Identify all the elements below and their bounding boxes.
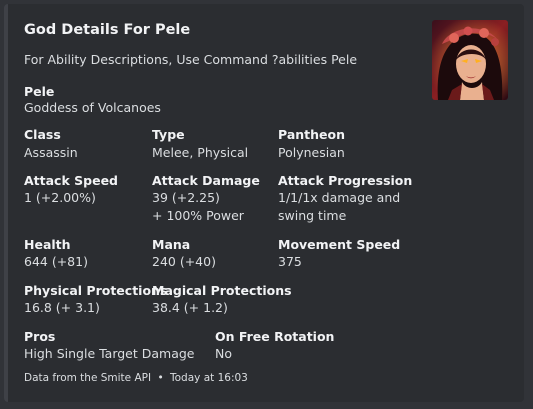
field-class-value: Assassin (24, 145, 78, 160)
field-physical-protections-value: 16.8 (+ 3.1) (24, 300, 100, 315)
field-free-rotation-name: On Free Rotation (215, 329, 335, 344)
footer-separator: • (157, 372, 164, 384)
field-type-value: Melee, Physical (152, 145, 249, 160)
field-attack-progression-value-line1: 1/1/1x damage and (278, 190, 401, 205)
field-pantheon-value: Polynesian (278, 145, 345, 160)
field-physical-protections-name: Physical Protections (24, 283, 168, 298)
field-free-rotation-value: No (215, 346, 232, 361)
field-pantheon-name: Pantheon (278, 127, 345, 142)
pele-portrait-image (432, 20, 508, 100)
field-movement-speed-name: Movement Speed (278, 237, 401, 252)
field-mana-name: Mana (152, 237, 191, 252)
embed-description: For Ability Descriptions, Use Command ?a… (24, 52, 358, 67)
god-thumbnail[interactable] (432, 20, 508, 100)
field-magical-protections-name: Magical Protections (152, 283, 292, 298)
field-pros-name: Pros (24, 329, 56, 344)
field-pros-value: High Single Target Damage (24, 346, 195, 361)
field-god-value: Goddess of Volcanoes (24, 100, 161, 115)
field-attack-progression-name: Attack Progression (278, 173, 413, 188)
field-health-value: 644 (+81) (24, 254, 88, 269)
field-attack-damage-value-line1: 39 (+2.25) (152, 190, 220, 205)
god-details-embed: God Details For Pele For Ability Descrip… (4, 4, 524, 402)
field-god-name: Pele (24, 84, 55, 99)
field-movement-speed-value: 375 (278, 254, 302, 269)
footer-timestamp: Today at 16:03 (169, 372, 248, 384)
field-attack-damage-name: Attack Damage (152, 173, 260, 188)
field-attack-damage-value-line2: + 100% Power (152, 208, 244, 223)
embed-footer: Data from the Smite API • Today at 16:03 (24, 372, 248, 384)
field-type-name: Type (152, 127, 185, 142)
footer-source: Data from the Smite API (24, 372, 152, 384)
field-attack-speed-value: 1 (+2.00%) (24, 190, 96, 205)
field-magical-protections-value: 38.4 (+ 1.2) (152, 300, 228, 315)
field-health-name: Health (24, 237, 71, 252)
field-attack-progression-value-line2: swing time (278, 208, 347, 223)
field-mana-value: 240 (+40) (152, 254, 216, 269)
embed-title: God Details For Pele (24, 22, 191, 38)
field-class-name: Class (24, 127, 61, 142)
field-attack-speed-name: Attack Speed (24, 173, 118, 188)
